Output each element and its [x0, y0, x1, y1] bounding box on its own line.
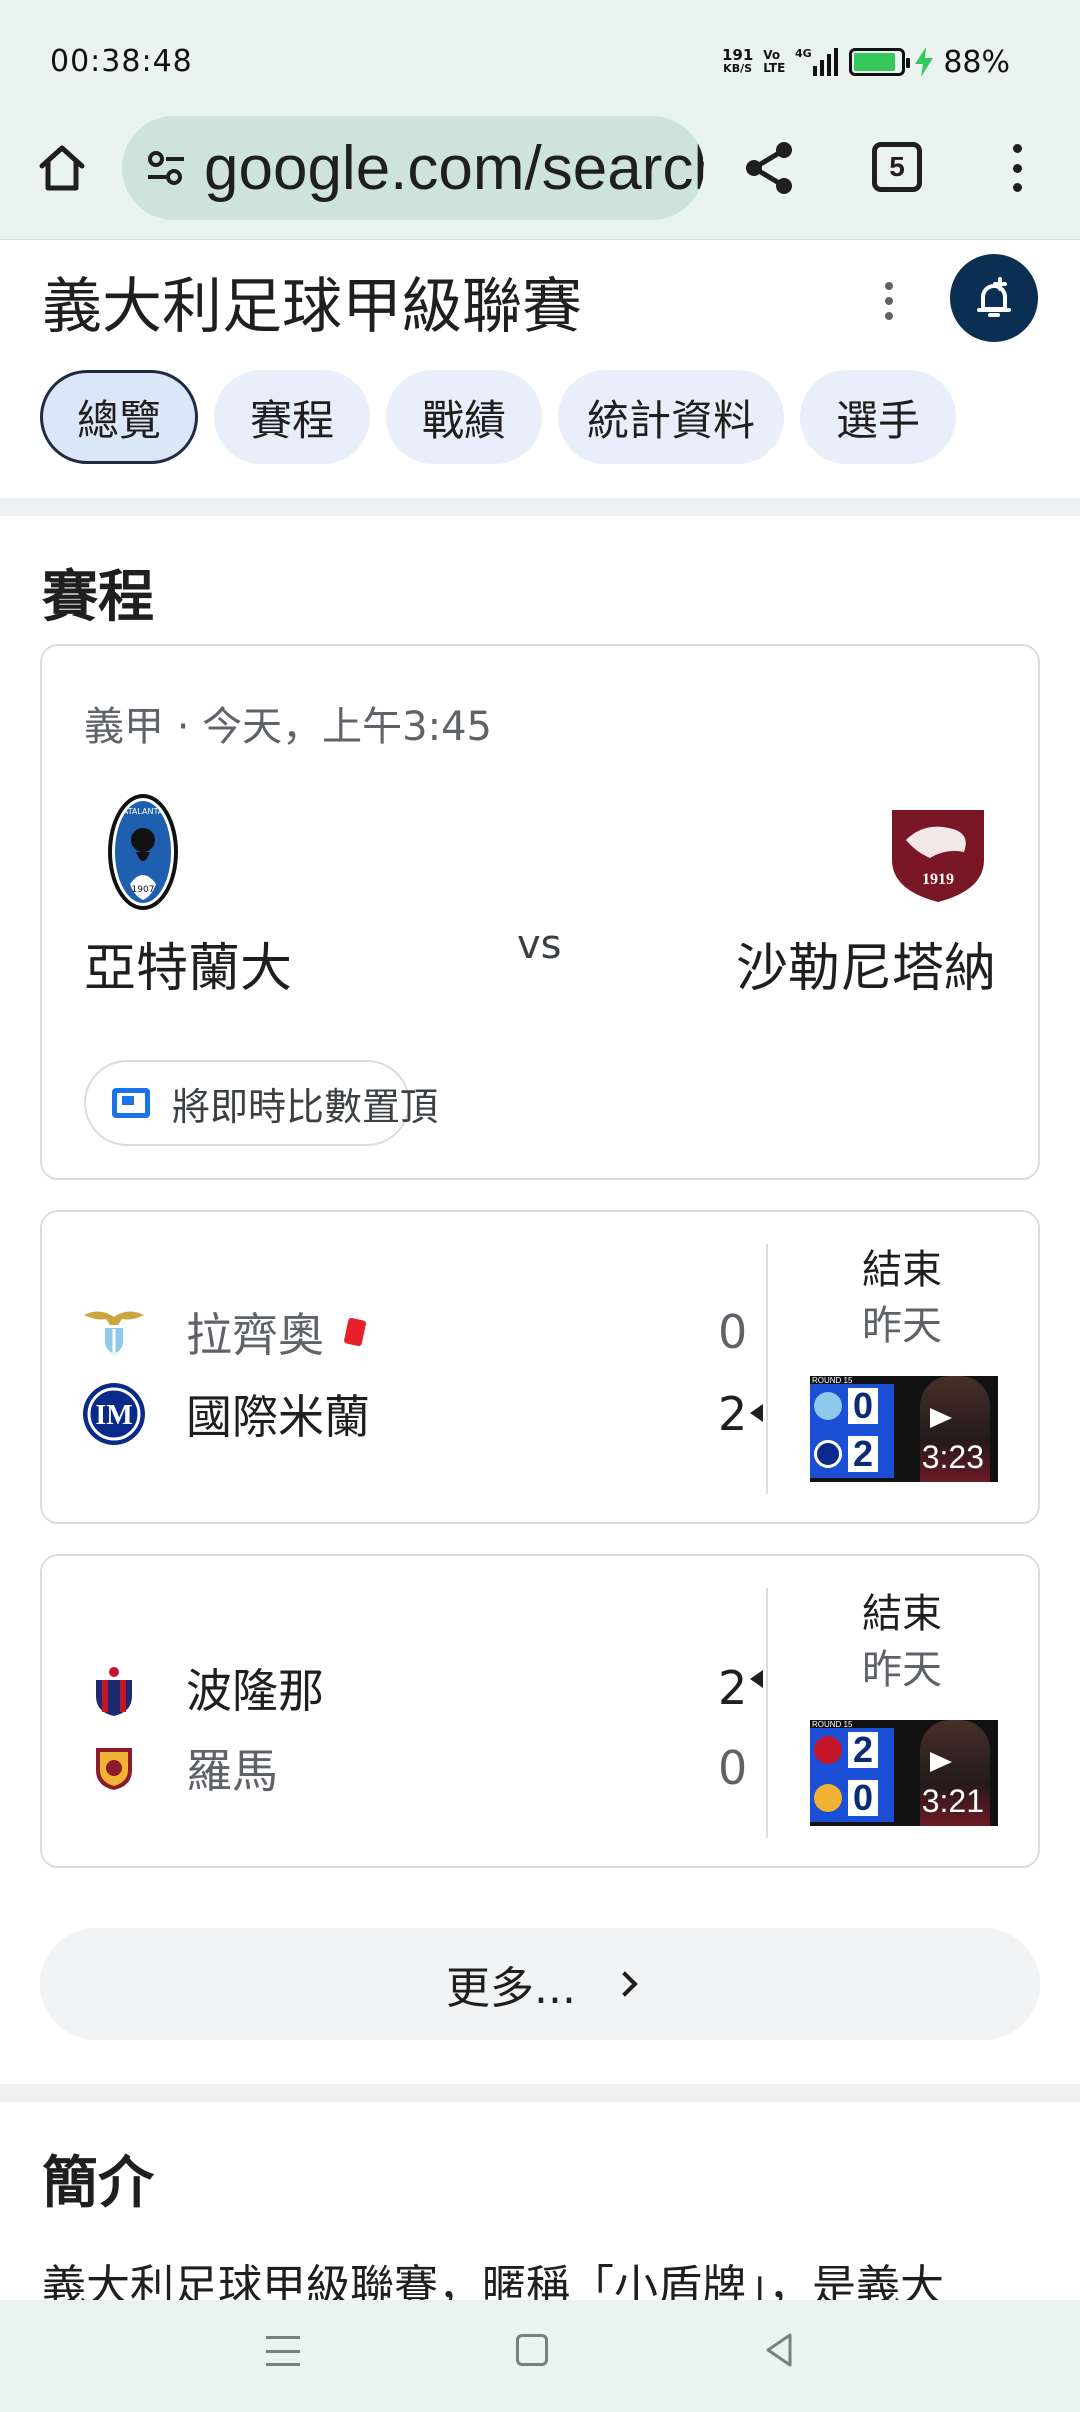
- tab-players[interactable]: 選手: [800, 370, 956, 464]
- result-row-team1: 拉齊奧 0: [82, 1292, 782, 1372]
- home-icon: [39, 145, 85, 191]
- roma-logo: [82, 1736, 146, 1800]
- lazio-logo: [82, 1300, 146, 1364]
- result-row-team2: 羅馬 0: [82, 1728, 782, 1808]
- battery-percent: 88%: [943, 44, 1010, 80]
- tab-standings[interactable]: 戰績: [386, 370, 542, 464]
- status-icons: 191 KB/S Vo LTE 4G 88%: [722, 40, 1010, 84]
- recent-apps-button[interactable]: [266, 2336, 300, 2366]
- inter-logo: IM: [82, 1382, 146, 1446]
- home-nav-button[interactable]: [516, 2334, 548, 2366]
- more-matches-button[interactable]: 更多...: [40, 1928, 1040, 2040]
- section-divider: [0, 2084, 1080, 2102]
- vs-label: vs: [517, 922, 562, 968]
- winner-arrow-icon: [750, 1670, 763, 1688]
- home-team-name: 亞特蘭大: [84, 939, 293, 999]
- more-options-button[interactable]: [874, 276, 904, 326]
- schedule-title: 賽程: [42, 565, 154, 630]
- browser-menu-button[interactable]: [1002, 138, 1032, 198]
- network-speed: 191 KB/S: [721, 46, 754, 76]
- upcoming-match-card[interactable]: 義甲 · 今天，上午3:45 ATALANTA 1907 亞特蘭大 vs 191…: [40, 644, 1040, 1180]
- share-icon[interactable]: [740, 138, 800, 198]
- play-icon: [930, 1752, 952, 1772]
- svg-text:1919: 1919: [922, 871, 954, 888]
- tab-switcher-button[interactable]: 5: [872, 142, 922, 192]
- result-card-lazio-inter[interactable]: 拉齊奧 0 IM 國際米蘭 2 結束 昨天 ROUND 15 0 2 3:23: [40, 1210, 1040, 1524]
- battery-level-fill: [854, 53, 895, 71]
- team2-score: 2: [718, 1387, 748, 1441]
- match-status: 結束 昨天: [862, 1591, 942, 1693]
- play-icon: [930, 1408, 952, 1428]
- card-divider: [766, 1588, 768, 1838]
- tab-overview[interactable]: 總覽: [40, 370, 198, 464]
- bologna-logo: [82, 1656, 146, 1720]
- team2-score: 0: [718, 1741, 748, 1795]
- charging-bolt-icon: [915, 47, 934, 77]
- svg-text:IM: IM: [95, 1400, 132, 1431]
- red-card-icon: [343, 1317, 367, 1347]
- card-divider: [766, 1244, 768, 1494]
- intro-title: 簡介: [42, 2151, 154, 2216]
- svg-text:ATALANTA: ATALANTA: [123, 807, 164, 816]
- picture-in-picture-icon: [112, 1088, 150, 1118]
- tab-stats[interactable]: 統計資料: [558, 370, 784, 464]
- status-bar: 00:38:48 191 KB/S Vo LTE 4G 88%: [0, 0, 1080, 120]
- team1-score: 0: [718, 1305, 748, 1359]
- atalanta-logo: ATALANTA 1907: [108, 794, 178, 910]
- pin-live-score-button[interactable]: 將即時比數置頂: [84, 1060, 438, 1146]
- team1-score: 2: [718, 1661, 748, 1715]
- tab-schedule[interactable]: 賽程: [214, 370, 370, 464]
- team2-name: 國際米蘭: [186, 1390, 370, 1444]
- address-bar[interactable]: google.com/search: [122, 116, 704, 220]
- match-status: 結束 昨天: [862, 1247, 942, 1349]
- salernitana-logo: 1919: [892, 810, 984, 902]
- bell-add-icon: [977, 277, 1011, 317]
- highlight-video-thumbnail[interactable]: ROUND 15 2 0 3:21: [810, 1720, 998, 1826]
- follow-notification-button[interactable]: [950, 254, 1038, 342]
- svg-text:1907: 1907: [132, 885, 155, 895]
- volte-icon: Vo LTE: [763, 48, 786, 75]
- page-title: 義大利足球甲級聯賽: [42, 272, 582, 342]
- back-nav-button[interactable]: [764, 2332, 794, 2368]
- result-card-bologna-roma[interactable]: 波隆那 2 羅馬 0 結束 昨天 ROUND 15 2 0 3:21: [40, 1554, 1040, 1868]
- svg-text:4G: 4G: [795, 47, 812, 60]
- video-duration: 3:23: [921, 1439, 984, 1475]
- battery-icon: [849, 48, 911, 76]
- away-team-name: 沙勒尼塔納: [735, 939, 996, 999]
- url-text[interactable]: google.com/search: [204, 133, 704, 204]
- status-time: 00:38:48: [50, 44, 193, 79]
- team1-name: 波隆那: [186, 1664, 324, 1718]
- winner-arrow-icon: [750, 1404, 763, 1422]
- section-divider: [0, 498, 1080, 516]
- team1-name: 拉齊奧: [186, 1299, 367, 1365]
- signal-4g-icon: 4G: [795, 47, 839, 76]
- team2-name: 羅馬: [186, 1744, 278, 1798]
- highlight-video-thumbnail[interactable]: ROUND 15 0 2 3:23: [810, 1376, 998, 1482]
- tab-chips: 總覽 賽程 戰績 統計資料 選手: [40, 370, 956, 464]
- result-row-team1: 波隆那 2: [82, 1648, 782, 1728]
- chevron-right-icon: [612, 1971, 638, 1997]
- site-settings-icon[interactable]: [144, 146, 188, 190]
- system-nav-bar: [0, 2300, 1080, 2412]
- match-meta: 義甲 · 今天，上午3:45: [84, 704, 492, 750]
- home-button[interactable]: [32, 138, 92, 198]
- video-duration: 3:21: [921, 1783, 984, 1819]
- result-row-team2: IM 國際米蘭 2: [82, 1374, 782, 1454]
